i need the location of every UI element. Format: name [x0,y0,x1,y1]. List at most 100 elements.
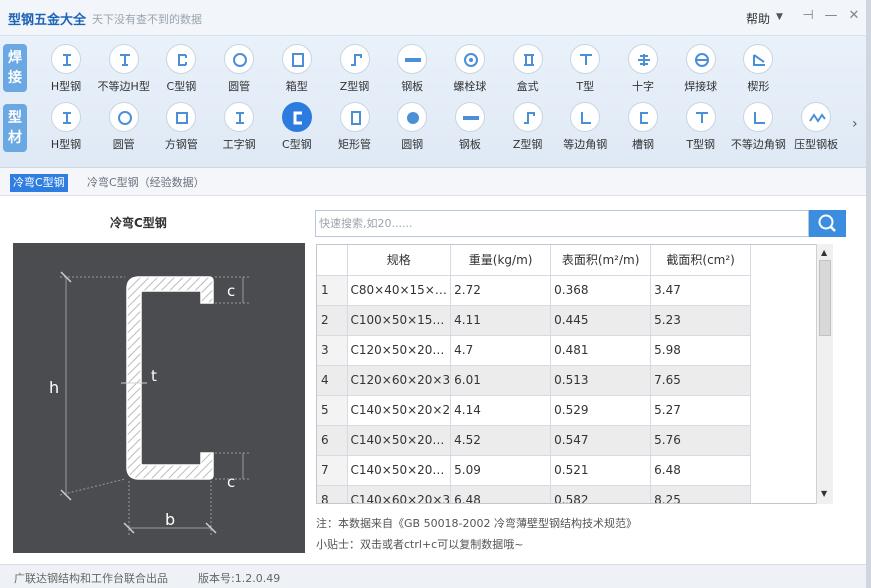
tool-t-section[interactable]: T型钢 [672,102,730,158]
tool-i-beam[interactable]: 工字钢 [210,102,268,158]
cell-n[interactable]: 2 [317,305,348,336]
cell-area[interactable]: 5.76 [650,425,752,456]
tool-label: 不等边H型 [97,80,150,93]
cell-n[interactable]: 8 [317,485,348,503]
tool-unequal-h[interactable]: 不等边H型 [95,44,153,100]
toolbar-next-icon[interactable]: › [852,116,858,132]
cell-area[interactable]: 7.65 [650,365,752,396]
tool-c-channel[interactable]: C型钢 [152,44,210,100]
tool-channel[interactable]: 槽钢 [614,102,672,158]
search-button[interactable] [809,210,846,237]
cell-n[interactable]: 7 [317,455,348,486]
table-row[interactable]: 4 C120×60×20×3 6.01 0.513 7.65 [317,365,752,396]
tool-label: 矩形管 [338,138,371,151]
cell-spec[interactable]: C100×50×15… [347,305,452,336]
cell-area[interactable]: 5.98 [650,335,752,366]
scroll-up-icon[interactable]: ▲ [821,248,827,257]
tab-cold-formed-c[interactable]: 冷弯C型钢 [10,174,68,192]
cell-area[interactable]: 6.48 [650,455,752,486]
cell-surface[interactable]: 0.521 [550,455,652,486]
help-dropdown-icon[interactable]: ▼ [776,12,783,22]
header-surface[interactable]: 表面积(m²/m) [550,245,652,276]
tool-h-beam[interactable]: H型钢 [37,44,95,100]
cell-spec[interactable]: C80×40×15×… [347,275,452,306]
tool-box-section[interactable]: 箱型 [268,44,326,100]
cell-surface[interactable]: 0.547 [550,425,652,456]
cell-area[interactable]: 3.47 [650,275,752,306]
minimize-icon[interactable]: — [823,8,839,24]
tool-cross-section[interactable]: 十字 [614,44,672,100]
table-row[interactable]: 3 C120×50×20… 4.7 0.481 5.98 [317,335,752,366]
table-row[interactable]: 2 C100×50×15… 4.11 0.445 5.23 [317,305,752,336]
cell-weight[interactable]: 2.72 [450,275,552,306]
cell-spec[interactable]: C140×50×20… [347,425,452,456]
cell-n[interactable]: 4 [317,365,348,396]
cell-surface[interactable]: 0.582 [550,485,652,503]
header-spec[interactable]: 规格 [347,245,452,276]
cell-area[interactable]: 5.23 [650,305,752,336]
t-section-icon [570,44,601,74]
round-tube-icon [224,44,255,74]
cell-spec[interactable]: C120×50×20… [347,335,452,366]
table-row[interactable]: 8 C140×60×20×3 6.48 0.582 8.25 [317,485,752,503]
tool-profiled-sheet[interactable]: 压型钢板 [787,102,845,158]
help-menu[interactable]: 帮助 [746,10,770,27]
cell-n[interactable]: 1 [317,275,348,306]
table-row[interactable]: 1 C80×40×15×… 2.72 0.368 3.47 [317,275,752,306]
cell-surface[interactable]: 0.529 [550,395,652,426]
cell-n[interactable]: 6 [317,425,348,456]
cell-weight[interactable]: 6.48 [450,485,552,503]
cell-surface[interactable]: 0.445 [550,305,652,336]
tool-t-section[interactable]: T型 [556,44,614,100]
cell-weight[interactable]: 4.11 [450,305,552,336]
tool-unequal-angle[interactable]: 不等边角钢 [729,102,787,158]
cell-spec[interactable]: C140×60×20×3 [347,485,452,503]
tool-bolt-ball[interactable]: 螺栓球 [441,44,499,100]
tool-box-type[interactable]: 盒式 [499,44,557,100]
cell-spec[interactable]: C140×50×20×2 [347,395,452,426]
tool-z-section[interactable]: Z型钢 [499,102,557,158]
cell-surface[interactable]: 0.481 [550,335,652,366]
cell-weight[interactable]: 4.52 [450,425,552,456]
search-input[interactable]: 快速搜索,如20...... [315,210,809,237]
tool-rect-tube[interactable]: 矩形管 [326,102,384,158]
cell-area[interactable]: 5.27 [650,395,752,426]
cell-weight[interactable]: 4.7 [450,335,552,366]
tool-steel-plate[interactable]: 钢板 [441,102,499,158]
table-row[interactable]: 6 C140×50×20… 4.52 0.547 5.76 [317,425,752,456]
tool-round-tube[interactable]: 圆管 [95,102,153,158]
cell-surface[interactable]: 0.513 [550,365,652,396]
tool-equal-angle[interactable]: 等边角钢 [556,102,614,158]
tool-z-section[interactable]: Z型钢 [326,44,384,100]
cell-surface[interactable]: 0.368 [550,275,652,306]
scroll-thumb[interactable] [819,260,831,336]
tool-square-tube[interactable]: 方钢管 [152,102,210,158]
cell-spec[interactable]: C120×60×20×3 [347,365,452,396]
tool-h-beam[interactable]: H型钢 [37,102,95,158]
header-area[interactable]: 截面积(cm²) [650,245,752,276]
cell-spec[interactable]: C140×50×20… [347,455,452,486]
tool-round-tube[interactable]: 圆管 [210,44,268,100]
cell-weight[interactable]: 4.14 [450,395,552,426]
cell-n[interactable]: 5 [317,395,348,426]
tool-round-bar[interactable]: 圆钢 [383,102,441,158]
tool-wedge[interactable]: 楔形 [729,44,787,100]
cell-weight[interactable]: 6.01 [450,365,552,396]
tool-c-channel[interactable]: C型钢 [268,102,326,158]
cell-area[interactable]: 8.25 [650,485,752,503]
tool-label: H型钢 [50,80,82,93]
tool-welded-ball[interactable]: 焊接球 [672,44,730,100]
cell-weight[interactable]: 5.09 [450,455,552,486]
scroll-down-icon[interactable]: ▼ [821,489,827,498]
table-row[interactable]: 5 C140×50×20×2 4.14 0.529 5.27 [317,395,752,426]
table-row[interactable]: 7 C140×50×20… 5.09 0.521 6.48 [317,455,752,486]
tool-steel-plate[interactable]: 钢板 [383,44,441,100]
tool-label: 等边角钢 [563,138,608,151]
header-weight[interactable]: 重量(kg/m) [450,245,552,276]
pin-icon[interactable]: ⊣ [800,8,816,24]
cell-n[interactable]: 3 [317,335,348,366]
table-scrollbar[interactable]: ▲ ▼ [816,244,833,504]
close-icon[interactable]: ✕ [846,8,862,24]
tab-cold-formed-c-empirical[interactable]: 冷弯C型钢（经验数据） [84,174,208,192]
header-index [317,245,348,276]
